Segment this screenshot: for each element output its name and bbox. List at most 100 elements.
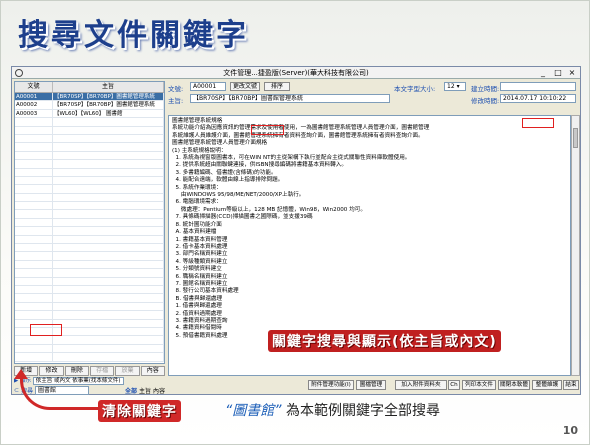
clear-search-icon[interactable]: ⊂ xyxy=(14,387,19,394)
table-cell-doc: A00002 xyxy=(15,101,53,109)
page-number: 10 xyxy=(562,424,578,437)
slide-title: 搜尋文件關鍵字 xyxy=(18,18,249,53)
table-row[interactable] xyxy=(15,302,164,312)
table-row[interactable] xyxy=(15,353,164,362)
content-line: (1) 主系統規格說明： xyxy=(172,147,227,154)
table-row[interactable]: A00003 【WL60】【WL60】 圖書館 xyxy=(15,109,164,119)
content-line: 圖書館管理系統管理人員管理介面規格 xyxy=(172,140,268,147)
search-subject-option[interactable]: 主旨 xyxy=(139,386,151,395)
sort-button[interactable]: 排序 xyxy=(264,82,290,91)
table-row[interactable] xyxy=(15,168,164,177)
search-all-button[interactable]: 全部 xyxy=(125,386,137,395)
content-line: 5. 分類號資料建立 xyxy=(172,266,222,273)
table-cell-doc: A00003 xyxy=(15,109,53,118)
content-line: 6. 電腦環境需求： xyxy=(172,199,222,206)
table-row[interactable] xyxy=(15,269,164,278)
content-line: 2. 借資料過期處理 xyxy=(172,310,222,317)
table-row[interactable] xyxy=(15,176,164,186)
font-size-select[interactable]: 12 ▾ xyxy=(444,82,466,91)
close-button[interactable]: × xyxy=(565,67,579,78)
slide-caption: “圖書館” 為本範例關鍵字全部搜尋 xyxy=(225,400,440,420)
table-cell-subject: 【BR70SP】【BR70BP】圖書館管理系統 xyxy=(53,93,164,101)
font-size-value: 12 xyxy=(447,83,455,90)
content-button[interactable]: 內容 xyxy=(140,366,165,376)
content-line: 2. 提供系統超由關聯鍵連接，供ISBN搜尋編碼將書籍基本資料轉入。 xyxy=(172,162,347,169)
window-title: 文件管理...捷盈版(Server)(華大科技有限公司) xyxy=(223,69,369,77)
table-row[interactable] xyxy=(15,252,164,261)
exit-button[interactable]: 結束 xyxy=(563,380,579,390)
table-row[interactable]: A00002 【BR70SP】【BR70BP】圖書館管理系統 xyxy=(15,101,164,110)
search-content-option[interactable]: 內容 xyxy=(153,386,165,395)
table-row[interactable] xyxy=(15,344,164,354)
content-line: 4. 能配合遠端，軟體由線上指導排除問題。 xyxy=(172,177,284,184)
print-button[interactable]: 列印本文件 xyxy=(462,380,496,390)
table-row[interactable] xyxy=(15,126,164,135)
content-line: 1. 借書與歸還處理 xyxy=(172,303,222,310)
table-row[interactable] xyxy=(15,151,164,161)
table-row[interactable] xyxy=(15,227,164,236)
table-row[interactable] xyxy=(15,285,164,295)
table-row[interactable] xyxy=(15,277,164,286)
change-doc-button[interactable]: 更改文號 xyxy=(230,82,260,91)
table-row[interactable] xyxy=(15,218,164,228)
grid-header: 文號 主旨 xyxy=(15,82,164,93)
image-manage-button[interactable]: 圖檔管理 xyxy=(356,380,386,390)
ch-button[interactable]: Ch xyxy=(448,380,460,390)
table-row[interactable] xyxy=(15,210,164,219)
content-line: 1. 書籍基本資料管理 xyxy=(172,236,228,243)
table-row[interactable] xyxy=(15,118,164,127)
table-row[interactable] xyxy=(15,244,164,253)
table-row[interactable] xyxy=(15,311,164,320)
content-line: 6. 職稱名稱資料建立 xyxy=(172,273,228,280)
content-line: B. 借書與歸還處理 xyxy=(172,295,223,302)
table-row[interactable] xyxy=(15,134,164,144)
maximize-button[interactable]: □ xyxy=(551,67,565,78)
subject-field[interactable]: 【BR70SP】【BR70BP】圖書館管理系統 xyxy=(190,94,390,103)
attachment-button[interactable]: 附件管理功能(I) xyxy=(308,380,354,390)
table-row[interactable] xyxy=(15,336,164,345)
content-highlight-box-1 xyxy=(522,118,554,128)
table-row[interactable] xyxy=(15,193,164,203)
grid-header-doc[interactable]: 文號 xyxy=(15,82,53,92)
table-row[interactable] xyxy=(15,143,164,152)
content-scrollbar[interactable] xyxy=(571,115,580,376)
subject-label: 主旨: xyxy=(168,97,184,105)
doc-label: 文號: xyxy=(168,85,184,93)
content-line: 8. 發行公司基本資料處理 xyxy=(172,288,239,295)
table-cell-subject: 【WL60】【WL60】 圖書館 xyxy=(53,109,164,118)
add-attachment-folder-button[interactable]: 加入附件資料夾 xyxy=(395,380,447,390)
caption-text: 為本範例關鍵字全部搜尋 xyxy=(285,403,440,419)
content-line: 系統功能介紹為因應資訊的管理需求及使用者使用，一為圖書館管理系統管理人員管理介面… xyxy=(172,125,430,132)
content-line: 5. 系統作業環境： xyxy=(172,184,222,191)
table-row[interactable] xyxy=(15,235,164,245)
font-size-label: 本文字型大小: xyxy=(394,85,436,93)
grid-header-subject[interactable]: 主旨 xyxy=(53,82,164,92)
minimize-button[interactable]: _ xyxy=(536,67,550,78)
doc-field[interactable]: A00001 xyxy=(190,82,226,91)
table-row[interactable] xyxy=(15,260,164,270)
table-row[interactable] xyxy=(15,202,164,211)
content-line: 4. 等級種類資料建立 xyxy=(172,258,228,265)
table-row[interactable] xyxy=(15,185,164,194)
maintenance-button[interactable]: 整體維護 xyxy=(532,380,562,390)
content-highlight-box-2 xyxy=(251,125,284,135)
table-row[interactable] xyxy=(15,294,164,303)
created-field[interactable] xyxy=(500,82,576,91)
content-line: 3. 書籍資料過期查詢 xyxy=(172,317,228,324)
document-grid: 文號 主旨 A00001 【BR70SP】【BR70BP】圖書館管理系統 A0000… xyxy=(14,81,165,364)
table-cell-subject: 【BR70SP】【BR70BP】圖書館管理系統 xyxy=(53,101,164,109)
search-highlight-box xyxy=(30,324,62,336)
modified-field[interactable]: 2014.07.17 10:10:22 xyxy=(500,94,576,103)
table-row[interactable] xyxy=(15,160,164,169)
created-label: 建立時間: xyxy=(471,85,500,93)
chevron-down-icon: ▾ xyxy=(456,83,460,90)
content-line: 7. 具條碼掃描器(CCD)掃描圖書之國際碼，並支援39碼 xyxy=(172,214,313,221)
close-app-button[interactable]: 關閉本軟體 xyxy=(498,380,530,390)
callout-clear-keyword: 清除關鍵字 xyxy=(98,400,181,422)
window-titlebar: 文件管理...捷盈版(Server)(華大科技有限公司) _ □ × xyxy=(12,67,580,79)
caption-keyword: “圖書館” xyxy=(225,403,282,419)
cancel-button[interactable]: 放棄 xyxy=(115,366,140,376)
scrollbar-thumb[interactable] xyxy=(573,128,578,148)
table-row[interactable]: A00001 【BR70SP】【BR70BP】圖書館管理系統 xyxy=(15,93,164,102)
content-line: 3. 部門名稱資料建立 xyxy=(172,251,228,258)
